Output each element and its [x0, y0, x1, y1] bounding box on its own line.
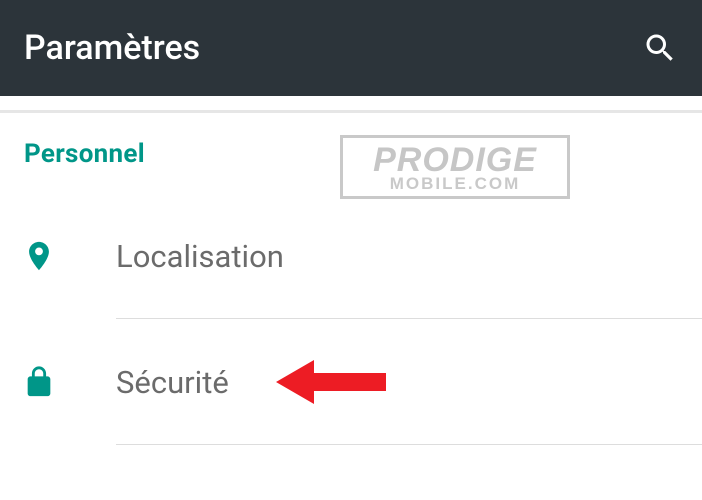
- settings-list: Localisation Sécurité: [0, 193, 702, 445]
- section-title: Personnel: [24, 139, 678, 169]
- list-divider: [116, 444, 702, 445]
- search-icon[interactable]: [642, 30, 678, 66]
- list-item-label: Localisation: [116, 238, 284, 275]
- watermark-line2: MOBILE.COM: [390, 175, 521, 192]
- annotation-arrow-icon: [276, 356, 386, 408]
- list-item-localisation[interactable]: Localisation: [0, 193, 702, 319]
- location-pin-icon: [22, 239, 116, 273]
- list-item-label: Sécurité: [116, 364, 229, 401]
- section-header: Personnel PRODIGE MOBILE.COM: [0, 113, 702, 193]
- app-bar: Paramètres: [0, 0, 702, 96]
- app-bar-title: Paramètres: [24, 28, 200, 68]
- lock-icon: [22, 365, 116, 399]
- list-item-securite[interactable]: Sécurité: [0, 319, 702, 445]
